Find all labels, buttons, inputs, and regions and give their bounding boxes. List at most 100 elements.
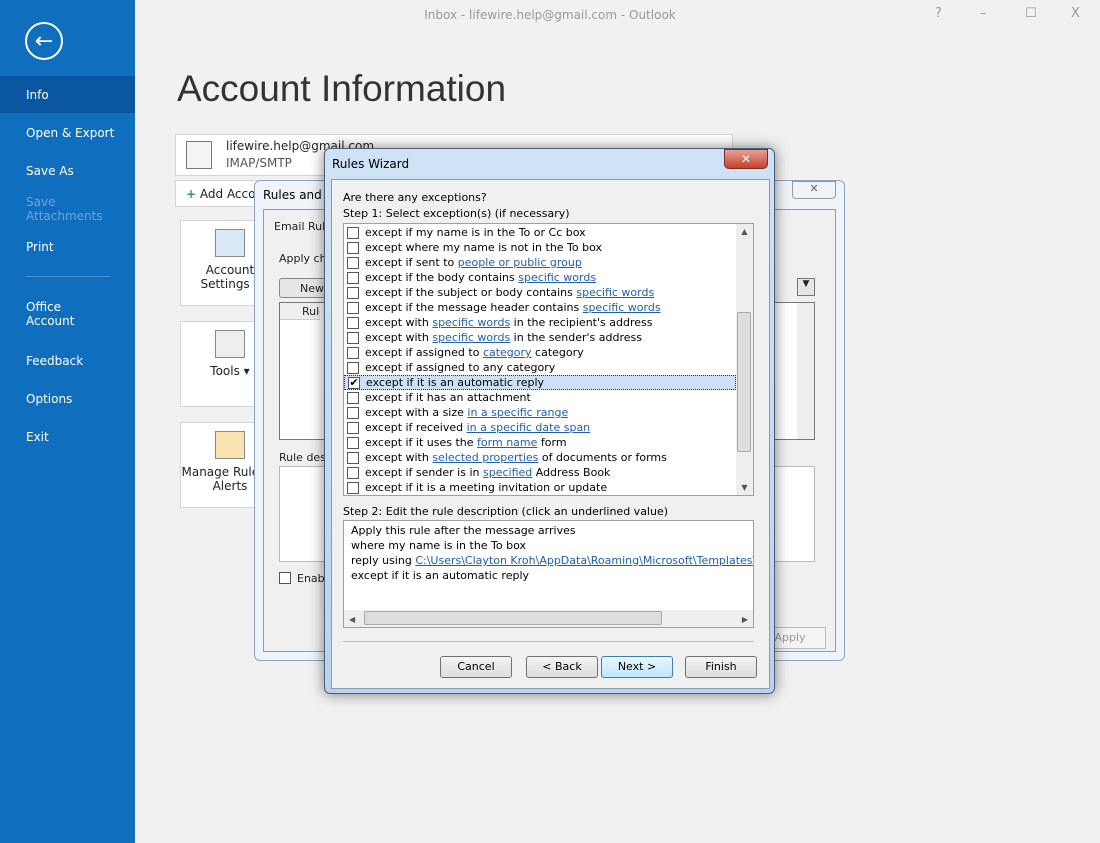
checkbox[interactable] <box>347 331 359 344</box>
exception-item[interactable]: except with specific words in the recipi… <box>344 315 736 330</box>
scroll-up-icon[interactable]: ▲ <box>736 227 753 236</box>
checkbox[interactable]: ✔ <box>348 376 360 389</box>
manage-rules-icon <box>215 431 245 459</box>
scroll-thumb[interactable] <box>737 312 751 452</box>
back-button[interactable]: < Back <box>526 656 598 678</box>
exception-text: except if the body contains <box>365 271 519 284</box>
exception-link[interactable]: specified <box>483 466 532 479</box>
exception-link[interactable]: specific words <box>432 316 510 329</box>
exception-item[interactable]: except with selected properties of docum… <box>344 450 736 465</box>
exception-item[interactable]: except if sender is in specified Address… <box>344 465 736 480</box>
next-button[interactable]: Next > <box>601 656 673 678</box>
checkbox[interactable] <box>347 406 359 419</box>
checkbox[interactable] <box>347 301 359 314</box>
checkbox[interactable] <box>347 421 359 434</box>
template-path-link[interactable]: C:\Users\Clayton Kroh\AppData\Roaming\Mi… <box>415 554 753 567</box>
scroll-down-icon[interactable]: ▼ <box>736 483 753 492</box>
exception-text: except with <box>365 316 433 329</box>
exception-item[interactable]: except if it uses the form name form <box>344 435 736 450</box>
exception-text: except if assigned to any category <box>365 361 556 374</box>
exception-item[interactable]: except with specific words in the sender… <box>344 330 736 345</box>
exception-text: except where my name is not in the To bo… <box>365 241 603 254</box>
exception-link[interactable]: specific words <box>583 301 661 314</box>
desc-line: except if it is an automatic reply <box>351 569 530 582</box>
exceptions-list[interactable]: except if my name is in the To or Cc box… <box>343 223 754 496</box>
sidebar-item-print[interactable]: Print <box>0 228 135 265</box>
sidebar-item-info[interactable]: Info <box>0 76 135 113</box>
exception-item[interactable]: except if sent to people or public group <box>344 255 736 270</box>
sidebar-item-options[interactable]: Options <box>0 380 135 417</box>
exception-text: category <box>531 346 584 359</box>
close-icon[interactable]: ✕ <box>792 181 836 199</box>
checkbox[interactable] <box>347 226 359 239</box>
dialog-title: Rules and Alerts <box>263 188 323 202</box>
scroll-left-icon[interactable]: ◀ <box>349 612 355 627</box>
description-hscrollbar[interactable]: ◀ ▶ <box>344 610 753 627</box>
exception-link[interactable]: specific words <box>432 331 510 344</box>
exception-item[interactable]: except if it is a meeting invitation or … <box>344 480 736 495</box>
exception-item[interactable]: except where my name is not in the To bo… <box>344 240 736 255</box>
exception-item[interactable]: ✔ except if it is an automatic reply <box>344 375 736 390</box>
exception-item[interactable]: except if assigned to category category <box>344 345 736 360</box>
rules-list-scrollbar[interactable] <box>797 303 814 439</box>
maximize-button[interactable]: ☐ <box>1025 6 1037 21</box>
exception-item[interactable]: except if assigned to any category <box>344 360 736 375</box>
exception-text: except if assigned to <box>365 346 483 359</box>
sidebar-item-feedback[interactable]: Feedback <box>0 342 135 379</box>
exception-link[interactable]: in a specific date span <box>467 421 591 434</box>
help-button[interactable]: ? <box>935 6 942 21</box>
checkbox[interactable] <box>347 316 359 329</box>
exception-link[interactable]: selected properties <box>432 451 538 464</box>
folder-dropdown[interactable]: ▼ <box>797 278 815 296</box>
exception-text: except if sent to <box>365 256 458 269</box>
close-icon[interactable]: ✕ <box>724 149 768 169</box>
exception-item[interactable]: except if received in a specific date sp… <box>344 420 736 435</box>
account-settings-icon <box>215 229 245 257</box>
exception-item[interactable]: except if the subject or body contains s… <box>344 285 736 300</box>
checkbox[interactable] <box>347 451 359 464</box>
checkbox[interactable] <box>347 256 359 269</box>
exception-link[interactable]: in a specific range <box>467 406 568 419</box>
exceptions-question: Are there any exceptions? <box>343 191 487 204</box>
exception-text: except if my name is in the To or Cc box <box>365 226 586 239</box>
exception-item[interactable]: except if the message header contains sp… <box>344 300 736 315</box>
exception-text: except if it uses the <box>365 436 478 449</box>
exception-link[interactable]: specific words <box>576 286 654 299</box>
scroll-right-icon[interactable]: ▶ <box>742 612 748 627</box>
exception-text: form <box>537 436 567 449</box>
checkbox[interactable] <box>347 361 359 374</box>
exception-item[interactable]: except if it has an attachment <box>344 390 736 405</box>
finish-button[interactable]: Finish <box>685 656 757 678</box>
sidebar-item-exit[interactable]: Exit <box>0 418 135 455</box>
exception-item[interactable]: except if my name is in the To or Cc box <box>344 225 736 240</box>
checkbox[interactable] <box>347 241 359 254</box>
sidebar-item-open-export[interactable]: Open & Export <box>0 114 135 151</box>
sidebar-item-office-account[interactable]: Office Account <box>0 294 135 334</box>
cancel-button[interactable]: Cancel <box>440 656 512 678</box>
exception-item[interactable]: except if the body contains specific wor… <box>344 270 736 285</box>
checkbox[interactable] <box>347 481 359 494</box>
exception-text: except if it is an automatic reply <box>366 376 545 389</box>
exception-link[interactable]: people or public group <box>458 256 582 269</box>
close-button[interactable]: X <box>1071 6 1080 21</box>
checkbox[interactable] <box>347 466 359 479</box>
exception-link[interactable]: category <box>483 346 532 359</box>
sidebar-item-save-as[interactable]: Save As <box>0 152 135 189</box>
back-arrow-icon[interactable]: ← <box>25 22 63 60</box>
exception-link[interactable]: specific words <box>518 271 596 284</box>
checkbox[interactable] <box>347 271 359 284</box>
divider <box>343 641 754 642</box>
checkbox[interactable] <box>347 436 359 449</box>
exception-link[interactable]: form name <box>477 436 537 449</box>
checkbox[interactable] <box>347 346 359 359</box>
exception-text: except if it has an attachment <box>365 391 531 404</box>
hscroll-thumb[interactable] <box>364 611 662 625</box>
exception-item[interactable]: except with a size in a specific range <box>344 405 736 420</box>
exception-text: except if sender is in <box>365 466 483 479</box>
rule-column-header[interactable]: Rule (applied in the order shown) <box>280 303 320 320</box>
checkbox[interactable] <box>347 286 359 299</box>
tile-label: Account Settings ▾ <box>200 263 260 291</box>
exceptions-scrollbar[interactable]: ▲ ▼ <box>736 224 753 495</box>
checkbox[interactable] <box>347 391 359 404</box>
minimize-button[interactable]: – <box>980 6 987 21</box>
